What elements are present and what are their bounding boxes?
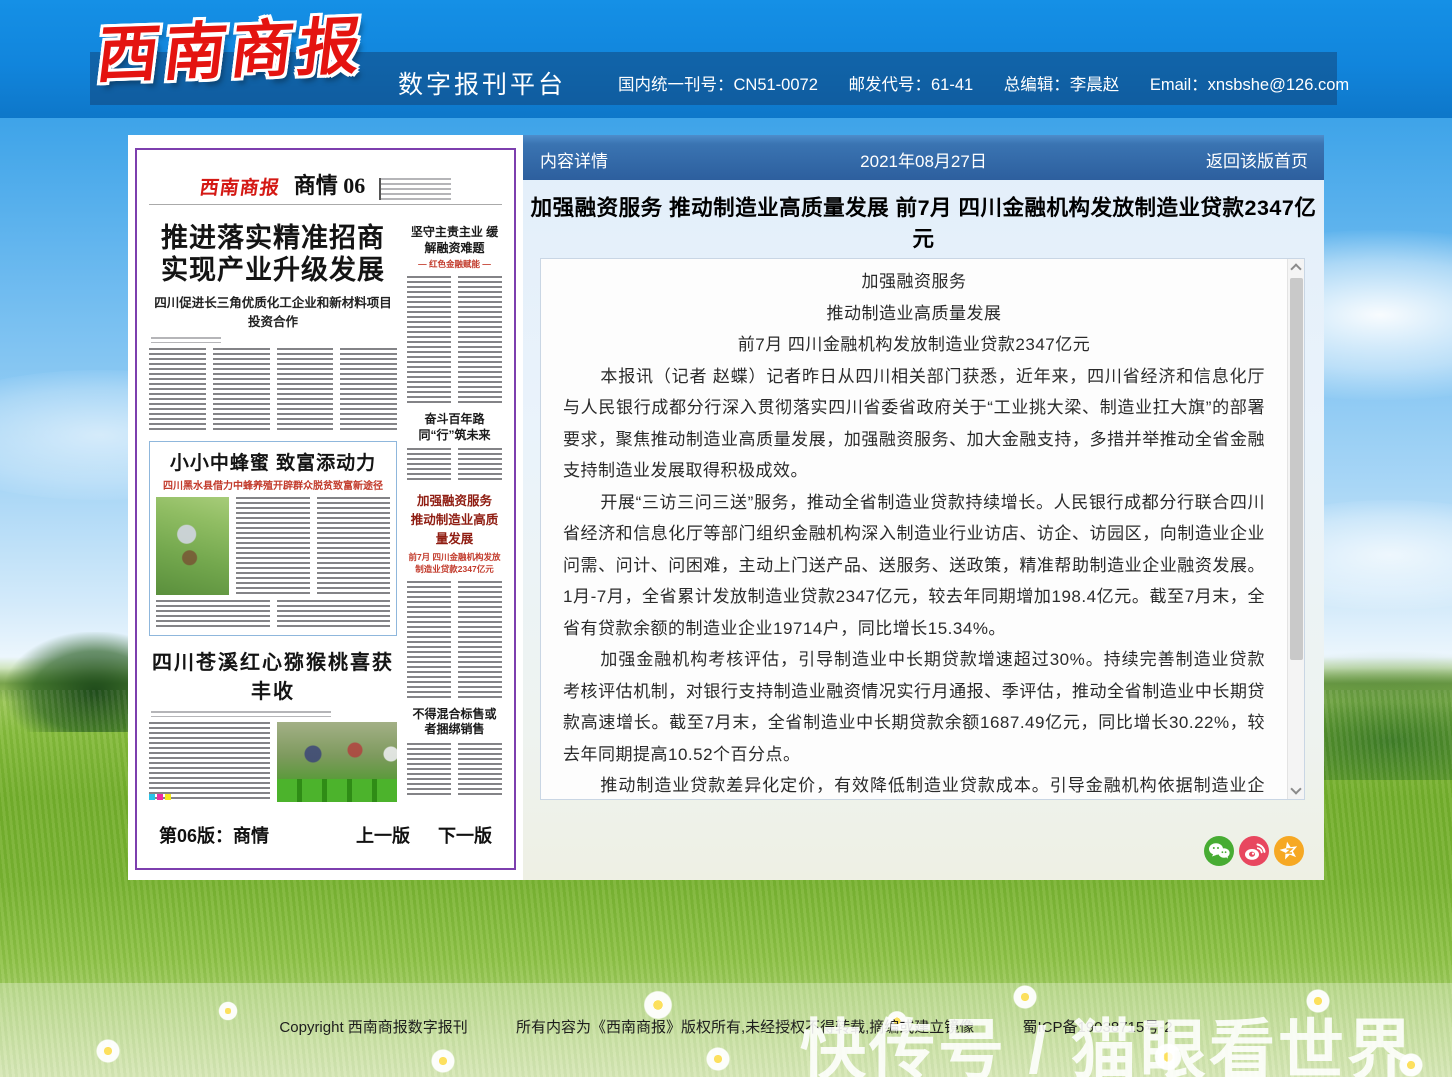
newspaper-headline-1: 推进落实精准招商 实现产业升级发展 (149, 223, 397, 287)
simulated-text-columns (407, 276, 502, 404)
chief-editor: 总编辑：李晨赵 (1004, 76, 1120, 94)
content-scrollbar[interactable] (1287, 259, 1304, 799)
article-heading-line: 前7月 四川金融机构发放制造业贷款2347亿元 (563, 329, 1265, 361)
publication-info: 国内统一刊号：CN51-0072 邮发代号：61-41 总编辑：李晨赵 Emai… (618, 71, 1375, 95)
newspaper-logo: 西南商报 (198, 173, 282, 200)
postal-code: 邮发代号：61-41 (848, 76, 973, 94)
right-headline-2: 奋斗百年路 同“行”筑未来 (407, 412, 502, 443)
qzone-share-icon[interactable] (1274, 836, 1304, 866)
share-buttons (1204, 836, 1304, 866)
issn-number: 国内统一刊号：CN51-0072 (618, 76, 818, 94)
article-paragraph: 加强金融机构考核评估，引导制造业中长期贷款增速超过30%。持续完善制造业贷款考核… (563, 644, 1265, 770)
wechat-share-icon[interactable] (1204, 836, 1234, 866)
bee-article-headline: 小小中蜂蜜 致富添动力 (156, 448, 390, 475)
right-headline-1-sub: — 红色金融赋能 — (407, 258, 502, 270)
article-paragraph: 推动制造业贷款差异化定价，有效降低制造业贷款成本。引导金融机构依据制造业企业资质… (563, 770, 1265, 799)
kiwi-headline: 四川苍溪红心猕猴桃喜获丰收 (149, 646, 397, 704)
newspaper-date-block (379, 178, 451, 200)
page-navigation: 第06版：商情 上一版 下一版 (137, 802, 514, 868)
right-headline-3: 不得混合标售或者捆绑销售 (407, 707, 502, 738)
article-panel: 内容详情 2021年08月27日 返回该版首页 加强融资服务 推动制造业高质量发… (523, 135, 1324, 880)
daisy-flower (430, 1048, 456, 1074)
newspaper-masthead: 西南商报 商情 06 (149, 160, 502, 205)
simulated-text-columns (407, 743, 502, 795)
site-logo: 西南商报 (93, 0, 372, 95)
newspaper-headline-1-sub: 四川促进长三角优质化工企业和新材料项目投资合作 (149, 292, 397, 330)
page: 西南商报 数字报刊平台 国内统一刊号：CN51-0072 邮发代号：61-41 … (0, 0, 1452, 1077)
daisy-flower (95, 1038, 121, 1064)
article-heading-line: 加强融资服务 (563, 266, 1265, 298)
right-headline-1: 坚守主责主业 缓解融资难题 (407, 225, 502, 256)
cmyk-print-marks (149, 794, 171, 800)
detail-header-bar: 内容详情 2021年08月27日 返回该版首页 (523, 135, 1324, 180)
highlighted-article-title: 加强融资服务 推动制造业高质量发展 (407, 492, 502, 548)
back-to-front-page-link[interactable]: 返回该版首页 (1206, 147, 1308, 172)
daisy-flower (705, 1046, 731, 1072)
scroll-up-arrow-icon[interactable] (1290, 263, 1301, 274)
article-paragraph: 本报讯（记者 赵蝶）记者昨日从四川相关部门获悉，近年来，四川省经济和信息化厅与人… (563, 361, 1265, 487)
newspaper-page-frame: 西南商报 商情 06 推进落实精准招商 实现产业升级发展 四川促进长三角优质化工… (135, 148, 516, 870)
photo-crates (277, 779, 398, 802)
simulated-text-column (149, 722, 270, 802)
platform-label: 数字报刊平台 (398, 65, 566, 101)
footer-copyright: Copyright 西南商报数字报刊 (279, 1019, 467, 1036)
article-title: 加强融资服务 推动制造业高质量发展 前7月 四川金融机构发放制造业贷款2347亿… (523, 193, 1324, 255)
simulated-text-columns (407, 581, 502, 699)
photo-people (289, 732, 398, 772)
highlighted-article-sub: 前7月 四川金融机构发放制造业贷款2347亿元 (407, 551, 502, 575)
main-wrapper: 西南商报 商情 06 推进落实精准招商 实现产业升级发展 四川促进长三角优质化工… (128, 135, 1324, 880)
newspaper-section-label: 商情 06 (294, 168, 366, 200)
newspaper-page-thumbnail[interactable]: 西南商报 商情 06 推进落实精准招商 实现产业升级发展 四川促进长三角优质化工… (137, 150, 514, 802)
scrollbar-thumb[interactable] (1290, 278, 1303, 660)
newspaper-right-column: 坚守主责主业 缓解融资难题 — 红色金融赋能 — 奋斗百年路 同“行”筑未来 加… (407, 211, 502, 802)
detail-label: 内容详情 (540, 147, 608, 172)
simulated-text-columns (149, 348, 397, 432)
article-date: 2021年08月27日 (860, 147, 987, 172)
article-content-box: 加强融资服务 推动制造业高质量发展 前7月 四川金融机构发放制造业贷款2347亿… (540, 258, 1305, 800)
bee-article-subhead: 四川黑水县借力中蜂养殖开辟群众脱贫致富新途径 (156, 477, 390, 492)
simulated-byline (151, 337, 221, 343)
article-heading-line: 推动制造业高质量发展 (563, 298, 1265, 330)
newspaper-columns: 推进落实精准招商 实现产业升级发展 四川促进长三角优质化工企业和新材料项目投资合… (149, 211, 502, 802)
article-paragraph: 开展“三访三问三送”服务，推动全省制造业贷款持续增长。人民银行成都分行联合四川省… (563, 487, 1265, 645)
simulated-text-columns (156, 600, 390, 630)
next-page-link[interactable]: 下一版 (438, 822, 492, 848)
contact-email: Email：xnsbshe@126.com (1150, 76, 1349, 94)
kiwi-harvest-photo (277, 722, 398, 802)
newspaper-left-column: 推进落实精准招商 实现产业升级发展 四川促进长三角优质化工企业和新材料项目投资合… (149, 211, 397, 802)
simulated-text-columns (407, 448, 502, 482)
article-body: 加强融资服务 推动制造业高质量发展 前7月 四川金融机构发放制造业贷款2347亿… (541, 259, 1287, 799)
prev-page-link[interactable]: 上一版 (356, 822, 410, 848)
simulated-byline (151, 711, 331, 717)
simulated-text-column (317, 497, 390, 595)
site-header: 西南商报 数字报刊平台 国内统一刊号：CN51-0072 邮发代号：61-41 … (0, 0, 1452, 118)
newspaper-panel: 西南商报 商情 06 推进落实精准招商 实现产业升级发展 四川促进长三角优质化工… (128, 135, 523, 880)
simulated-text-column (236, 497, 309, 595)
beekeeping-photo (156, 497, 229, 595)
weibo-share-icon[interactable] (1239, 836, 1269, 866)
newspaper-boxed-article: 小小中蜂蜜 致富添动力 四川黑水县借力中蜂养殖开辟群众脱贫致富新途径 (149, 441, 397, 636)
scroll-down-arrow-icon[interactable] (1290, 783, 1301, 794)
current-page-label: 第06版：商情 (159, 822, 269, 848)
watermark-text: 快传号 / 猫眼看世界 (800, 997, 1416, 1077)
